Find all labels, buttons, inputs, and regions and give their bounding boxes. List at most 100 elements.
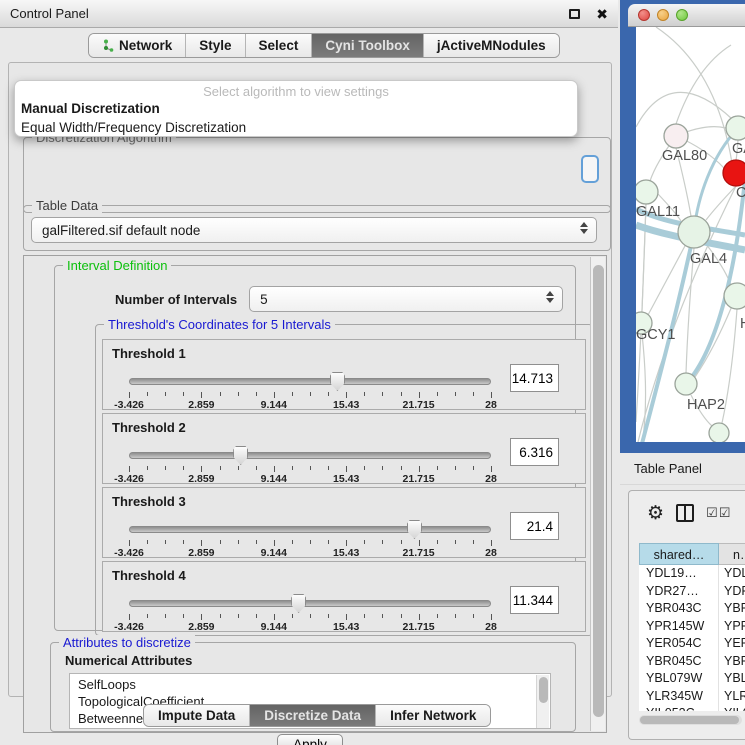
bottom-tab-discretize-data[interactable]: Discretize Data bbox=[250, 705, 376, 726]
cell-name[interactable]: YIL0… bbox=[719, 705, 745, 711]
algorithm-combo-focus-ring[interactable] bbox=[581, 155, 599, 183]
tab-style[interactable]: Style bbox=[186, 34, 245, 57]
slider-tick-labels: -3.4262.8599.14415.4321.71528 bbox=[129, 399, 491, 409]
slider-thumb[interactable] bbox=[291, 594, 306, 613]
column-header-shared-name[interactable]: shared… bbox=[639, 543, 719, 565]
zoom-traffic-light[interactable] bbox=[676, 9, 688, 21]
network-node-selected[interactable] bbox=[723, 160, 745, 186]
threshold-value-input[interactable] bbox=[510, 438, 559, 466]
table-row[interactable]: YDR27… YDR2… bbox=[639, 583, 745, 601]
cell-shared-name[interactable]: YDL19… bbox=[639, 565, 719, 583]
tick-label: 2.859 bbox=[188, 547, 214, 559]
tab-select[interactable]: Select bbox=[246, 34, 313, 57]
minimize-traffic-light[interactable] bbox=[657, 9, 669, 21]
slider-tick-marks bbox=[129, 540, 491, 546]
tab-network[interactable]: Network bbox=[89, 34, 186, 57]
algorithm-option[interactable]: Manual Discretization bbox=[15, 99, 577, 118]
table-row[interactable]: YBR045C YBR0… bbox=[639, 653, 745, 671]
cell-name[interactable]: YBR0… bbox=[719, 653, 745, 671]
slider-track[interactable] bbox=[129, 526, 491, 533]
slider-tick-labels: -3.4262.8599.14415.4321.71528 bbox=[129, 621, 491, 631]
cell-name[interactable]: YER0… bbox=[719, 635, 745, 653]
node-attribute-table[interactable]: shared… n… YDL19… YDL1… YDR27… YDR2… YBR… bbox=[639, 543, 745, 711]
threshold-row: Threshold 1 -3.4262.8599.14415.4321.7152… bbox=[102, 339, 586, 410]
tick-label: 21.715 bbox=[403, 621, 435, 633]
slider-track[interactable] bbox=[129, 452, 491, 459]
threshold-value-input[interactable] bbox=[510, 364, 559, 392]
threshold-slider[interactable]: -3.4262.8599.14415.4321.71528 bbox=[129, 372, 491, 406]
tick-label: 2.859 bbox=[188, 621, 214, 633]
cell-shared-name[interactable]: YLR345W bbox=[639, 688, 719, 706]
cell-name[interactable]: YLR3… bbox=[719, 688, 745, 706]
close-icon[interactable]: ✖ bbox=[596, 7, 608, 21]
network-node[interactable] bbox=[709, 423, 729, 442]
table-panel-toolbar: ⚙ ☑☑ bbox=[629, 497, 745, 529]
threshold-slider[interactable]: -3.4262.8599.14415.4321.71528 bbox=[129, 446, 491, 480]
attribute-list-item[interactable]: SelfLoops bbox=[78, 676, 550, 693]
table-panel: ⚙ ☑☑ shared… n… YDL19… YDL1… YDR27… YDR2… bbox=[628, 490, 745, 740]
cell-shared-name[interactable]: YBR043C bbox=[639, 600, 719, 618]
network-node[interactable] bbox=[726, 116, 745, 140]
columns-icon[interactable] bbox=[676, 504, 694, 522]
cell-shared-name[interactable]: YPR145W bbox=[639, 618, 719, 636]
cell-name[interactable]: YBR0… bbox=[719, 600, 745, 618]
table-row[interactable]: YBR043C YBR0… bbox=[639, 600, 745, 618]
tick-label: -3.426 bbox=[114, 473, 144, 485]
slider-thumb[interactable] bbox=[233, 446, 248, 465]
table-row[interactable]: YER054C YER0… bbox=[639, 635, 745, 653]
cell-name[interactable]: YPR1… bbox=[719, 618, 745, 636]
bottom-tab-infer-network[interactable]: Infer Network bbox=[376, 705, 490, 726]
threshold-row: Threshold 3 -3.4262.8599.14415.4321.7152… bbox=[102, 487, 586, 558]
table-data-combobox[interactable]: galFiltered.sif default node bbox=[31, 217, 597, 243]
bottom-tab-impute-data[interactable]: Impute Data bbox=[144, 705, 250, 726]
apply-button[interactable]: Apply bbox=[277, 734, 343, 745]
cell-shared-name[interactable]: YDR27… bbox=[639, 583, 719, 601]
node-label: GCY1 bbox=[636, 327, 676, 343]
cell-shared-name[interactable]: YBL079W bbox=[639, 670, 719, 688]
combo-arrows-icon bbox=[580, 222, 588, 234]
slider-track[interactable] bbox=[129, 600, 491, 607]
number-of-intervals-spinner[interactable]: 5 bbox=[249, 286, 563, 312]
cell-name[interactable]: YBL0… bbox=[719, 670, 745, 688]
attributes-list-scrollbar[interactable] bbox=[536, 675, 549, 729]
threshold-slider[interactable]: -3.4262.8599.14415.4321.71528 bbox=[129, 520, 491, 554]
settings-vertical-scrollbar[interactable] bbox=[590, 257, 605, 731]
tab-jactivemnodules[interactable]: jActiveMNodules bbox=[424, 34, 559, 57]
table-row[interactable]: YDL19… YDL1… bbox=[639, 565, 745, 583]
cell-name[interactable]: YDL1… bbox=[719, 565, 745, 583]
cell-shared-name[interactable]: YER054C bbox=[639, 635, 719, 653]
network-node[interactable] bbox=[636, 180, 658, 204]
table-header-row: shared… n… bbox=[639, 543, 745, 565]
slider-track[interactable] bbox=[129, 378, 491, 385]
cell-name[interactable]: YDR2… bbox=[719, 583, 745, 601]
close-traffic-light[interactable] bbox=[638, 9, 650, 21]
threshold-value-input[interactable] bbox=[510, 586, 559, 614]
cell-shared-name[interactable]: YIL052C bbox=[639, 705, 719, 711]
slider-thumb[interactable] bbox=[407, 520, 422, 539]
cell-shared-name[interactable]: YBR045C bbox=[639, 653, 719, 671]
network-node[interactable] bbox=[678, 216, 710, 248]
table-horizontal-scrollbar[interactable] bbox=[639, 715, 742, 725]
threshold-value-input[interactable] bbox=[510, 512, 559, 540]
node-label: GAL4 bbox=[690, 251, 727, 267]
gear-icon[interactable]: ⚙ bbox=[647, 504, 664, 523]
table-data-selected-value: galFiltered.sif default node bbox=[42, 223, 200, 238]
float-window-icon[interactable] bbox=[569, 9, 580, 19]
algorithm-option[interactable]: Equal Width/Frequency Discretization bbox=[15, 118, 577, 137]
column-header-name[interactable]: n… bbox=[719, 543, 745, 565]
table-row[interactable]: YLR345W YLR3… bbox=[639, 688, 745, 706]
slider-thumb[interactable] bbox=[330, 372, 345, 391]
table-row[interactable]: YBL079W YBL0… bbox=[639, 670, 745, 688]
panel-title: Control Panel bbox=[10, 6, 89, 21]
network-canvas[interactable]: GAL80 GA C GAL11 GAL4 GCY1 H HAP2 bbox=[636, 27, 745, 442]
table-row[interactable]: YPR145W YPR1… bbox=[639, 618, 745, 636]
tab-cyni-toolbox[interactable]: Cyni Toolbox bbox=[312, 34, 424, 57]
network-node[interactable] bbox=[664, 124, 688, 148]
network-node[interactable] bbox=[675, 373, 697, 395]
table-row[interactable]: YIL052C YIL0… bbox=[639, 705, 745, 711]
threshold-slider[interactable]: -3.4262.8599.14415.4321.71528 bbox=[129, 594, 491, 628]
network-node[interactable] bbox=[724, 283, 745, 309]
numerical-attributes-label: Numerical Attributes bbox=[65, 653, 192, 668]
select-checkboxes-icon[interactable]: ☑☑ bbox=[706, 505, 731, 521]
discretization-algorithm-group: Discretization Algorithm bbox=[23, 137, 611, 213]
